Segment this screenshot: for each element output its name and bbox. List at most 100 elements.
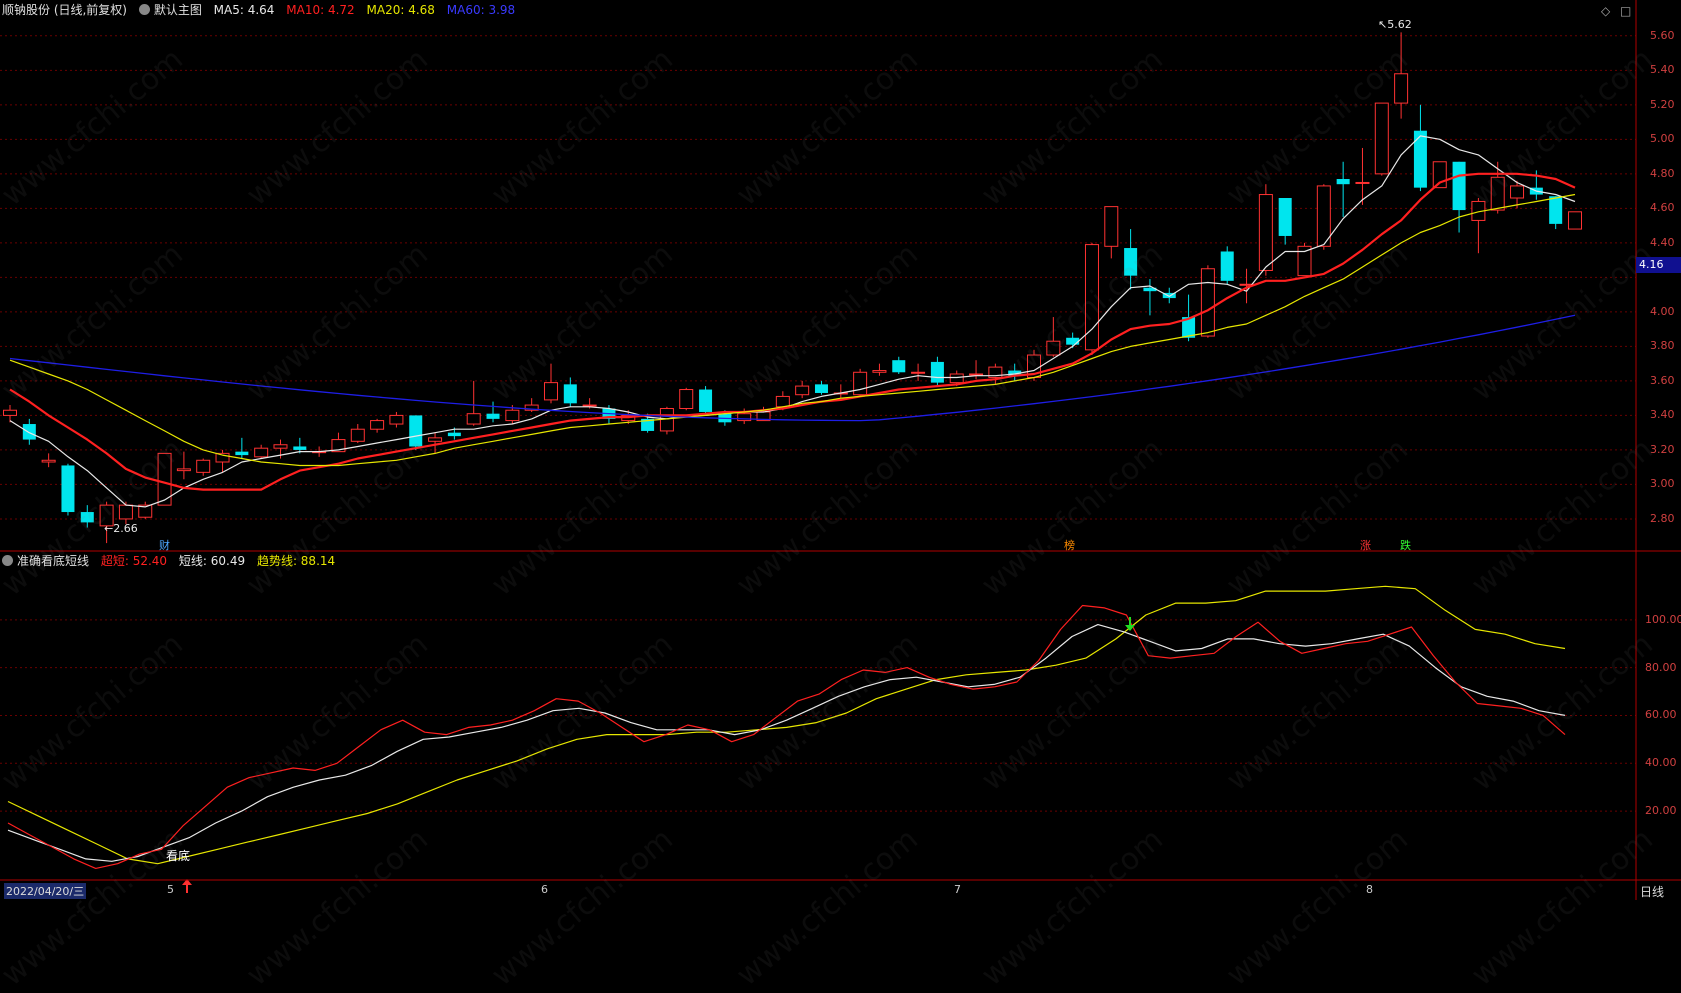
candle-body-up: [1200, 268, 1215, 337]
candle: [22, 418, 36, 445]
event-marker-list[interactable]: 榜: [1064, 537, 1075, 553]
price-tick-label: 3.80: [1650, 339, 1675, 353]
candle-body-down: [1066, 337, 1080, 345]
candle-body-down: [486, 413, 500, 419]
candle-body-up: [969, 373, 984, 376]
candle-body-up: [1568, 211, 1582, 230]
candle-body-down: [293, 446, 307, 450]
candle-body-up: [350, 428, 365, 442]
candle-body-up: [775, 395, 790, 408]
candle: [254, 444, 269, 459]
candle: [659, 406, 674, 435]
indicator-tick-label: 60.00: [1645, 708, 1677, 722]
candle-body-up: [1084, 244, 1099, 351]
indicator-tick-label: 40.00: [1645, 756, 1677, 770]
ma5-label: MA5: 4.64: [213, 3, 275, 17]
candle: [80, 505, 94, 528]
candle-body-up: [1297, 245, 1312, 277]
candle-body-up: [254, 447, 269, 458]
diamond-icon[interactable]: ◇: [1601, 4, 1610, 18]
candle: [235, 437, 249, 459]
candle: [1258, 184, 1273, 276]
candle: [389, 411, 404, 428]
candle-body-down: [447, 432, 461, 437]
candle: [1220, 246, 1234, 285]
candle-body-down: [1278, 198, 1292, 236]
gear-icon[interactable]: [2, 555, 13, 566]
candle-body-up: [872, 370, 887, 373]
candle: [795, 380, 810, 399]
candle-body-up: [679, 389, 694, 410]
candle: [1336, 161, 1350, 217]
gear-icon[interactable]: [138, 4, 150, 15]
indicator-tick-label: 100.00: [1645, 612, 1681, 626]
candle-body-down: [61, 465, 75, 513]
date-cursor-label: 2022/04/20/三: [4, 883, 87, 899]
stock-title[interactable]: 顺钠股份 (日线,前复权): [2, 3, 127, 17]
candle: [679, 387, 694, 411]
candle-body-up: [795, 385, 810, 396]
candle-body-up: [1316, 185, 1331, 247]
ma10-line: [9, 172, 1576, 491]
candle: [1143, 279, 1157, 316]
short-line-label: 短线: 60.49: [178, 554, 246, 568]
candle-body-up: [41, 459, 56, 463]
event-marker-finance[interactable]: 财: [159, 537, 170, 553]
event-marker-limit-down[interactable]: 跌: [1400, 537, 1411, 553]
short-line: [7, 623, 1566, 862]
candle: [892, 356, 906, 374]
price-tick-label: 4.40: [1650, 235, 1675, 249]
candle-body-down: [1452, 161, 1466, 211]
candlestick-series: [3, 32, 1582, 544]
candle-body-up: [428, 437, 443, 442]
event-marker-limit-up[interactable]: 涨: [1360, 537, 1371, 553]
indicator-name[interactable]: 准确看底短线: [2, 554, 89, 568]
candle: [350, 424, 365, 444]
low-price-annotation: ←2.66: [104, 522, 138, 535]
candle: [61, 463, 75, 516]
candle: [1084, 242, 1099, 356]
current-price-flag: 4.16: [1636, 257, 1681, 273]
month-label-5: 5: [167, 883, 174, 896]
candle-body-up: [949, 373, 964, 384]
month-label-8: 8: [1366, 883, 1373, 896]
ma60-label: MA60: 3.98: [446, 3, 516, 17]
candle: [1316, 184, 1331, 250]
candle-body-up: [273, 444, 288, 449]
price-tick-label: 4.00: [1650, 304, 1675, 318]
chart-name[interactable]: 默认主图: [138, 3, 202, 17]
high-price-annotation: ↖5.62: [1378, 18, 1412, 31]
candle: [930, 356, 944, 387]
candle: [196, 458, 211, 476]
trend-line-label: 趋势线: 88.14: [256, 554, 336, 568]
candle: [1124, 229, 1138, 290]
super-short-line: [7, 604, 1566, 870]
stock-chart-canvas[interactable]: [0, 0, 1681, 900]
month-label-7: 7: [954, 883, 961, 896]
candle-body-up: [370, 420, 385, 430]
price-tick-label: 2.80: [1650, 511, 1675, 525]
candle-body-up: [1258, 194, 1273, 271]
candle: [1046, 317, 1061, 357]
candle: [41, 453, 56, 468]
candle: [486, 401, 500, 423]
candle-body-up: [582, 404, 597, 407]
candle: [1394, 32, 1409, 119]
indicator-lines: [7, 585, 1566, 893]
price-tick-label: 3.60: [1650, 373, 1675, 387]
candle-body-up: [1104, 206, 1119, 247]
candle: [699, 386, 713, 414]
candle: [814, 380, 828, 395]
price-tick-label: 5.00: [1650, 132, 1675, 146]
candle-body-up: [1355, 181, 1370, 184]
period-selector[interactable]: 日线: [1640, 883, 1664, 900]
candle: [1568, 211, 1582, 230]
candle: [853, 368, 868, 397]
candle: [1549, 196, 1563, 230]
square-icon[interactable]: □: [1620, 4, 1631, 18]
candle: [1297, 242, 1312, 277]
candle-body-down: [1220, 251, 1234, 281]
candle: [409, 415, 423, 450]
candle: [138, 501, 153, 519]
candle: [1162, 287, 1176, 304]
